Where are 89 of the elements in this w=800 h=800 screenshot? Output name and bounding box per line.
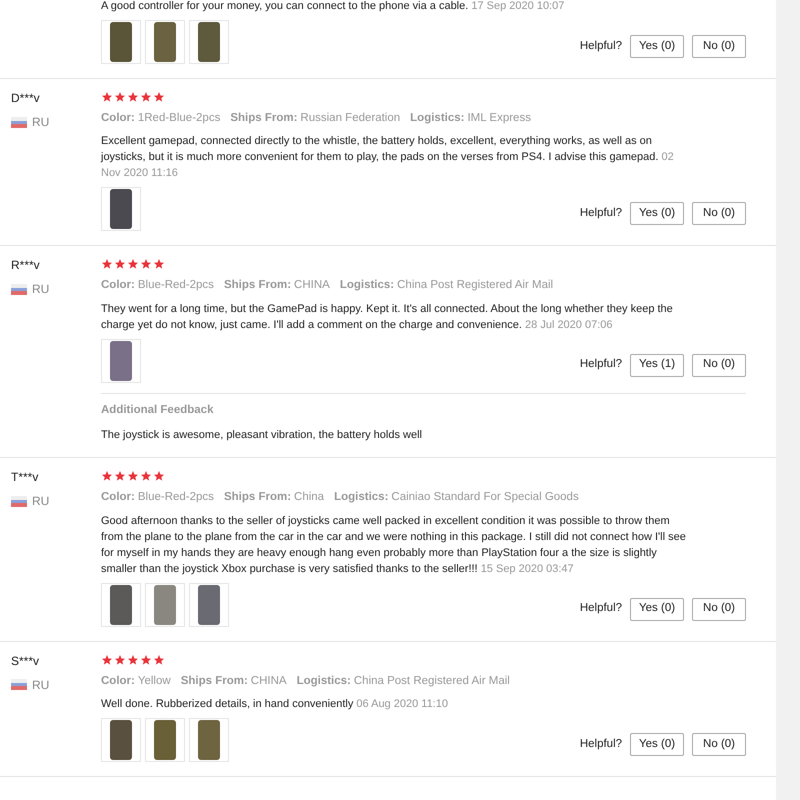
no-vote-button[interactable]: No (0) bbox=[692, 35, 746, 58]
flag-icon bbox=[11, 496, 27, 507]
star-icon bbox=[127, 654, 139, 666]
star-icon bbox=[153, 91, 165, 103]
yes-vote-button[interactable]: Yes (0) bbox=[630, 202, 684, 226]
star-icon bbox=[101, 258, 113, 270]
reviewer-name: T***v bbox=[11, 470, 40, 484]
additional-feedback-title: Additional Feedback bbox=[101, 402, 214, 418]
country-code: RU bbox=[32, 114, 50, 131]
star-icon bbox=[114, 654, 126, 666]
photo-thumbnail[interactable] bbox=[145, 582, 185, 626]
helpful-label: Helpful? bbox=[580, 38, 622, 54]
review-text: Good afternoon thanks to the seller of joysticks came well packed in excellent condition it was possible to throw them from the plane to the plane from the car in the car and we were nothing in this package. I still did not connect how I'll see for myself in my hands they are heavy enough hang even probably more than PlayStation four a the size is slightly smaller than the joystick Xbox purchase is very satisfied thanks to the seller!!! 15 Sep 2020 03:47 bbox=[101, 514, 686, 576]
helpful-label: Helpful? bbox=[580, 206, 622, 222]
star-icon bbox=[101, 91, 113, 103]
star-icon bbox=[140, 91, 152, 103]
attribute-value: 1Red-Blue-2pcs bbox=[138, 111, 220, 126]
attribute-value: CHINA bbox=[250, 674, 287, 688]
review-text: A good controller for your money, you can connect to the phone via a cable. 17 Sep 2020 10:07 bbox=[101, 0, 564, 14]
attribute-value: IML Express bbox=[467, 111, 531, 126]
attribute-value: Yellow bbox=[138, 674, 171, 688]
star-icon bbox=[101, 654, 113, 666]
yes-vote-button[interactable]: Yes (0) bbox=[630, 35, 684, 58]
photo-thumbnail[interactable] bbox=[189, 20, 229, 64]
no-vote-button[interactable]: No (0) bbox=[692, 732, 746, 756]
star-icon bbox=[153, 258, 165, 270]
country-code: RU bbox=[32, 281, 50, 298]
attribute-label: Ships From: bbox=[230, 111, 298, 126]
review-text: Excellent gamepad, connected directly to the whistle, the battery holds, excellent, everything works, as well as on joysticks, but it is much more convenient for them to play, the pads on the verses from PS4. I advise this gamepad. 02 Nov 2020 11:16 bbox=[101, 134, 675, 182]
star-icon bbox=[127, 258, 139, 270]
star-icon bbox=[140, 258, 152, 270]
attribute-value: Russian Federation bbox=[300, 111, 400, 126]
star-icon bbox=[101, 470, 113, 482]
flag-icon bbox=[11, 116, 27, 128]
helpful-label: Helpful? bbox=[580, 736, 622, 752]
attribute-label: Logistics: bbox=[410, 111, 464, 126]
photo-thumbnail[interactable] bbox=[189, 718, 229, 762]
star-icon bbox=[140, 654, 152, 666]
star-icon bbox=[114, 258, 126, 270]
attribute-label: Ships From: bbox=[224, 278, 292, 294]
no-vote-button[interactable]: No (0) bbox=[692, 354, 746, 376]
helpful-label: Helpful? bbox=[580, 357, 622, 372]
photo-thumbnail[interactable] bbox=[101, 582, 141, 626]
additional-feedback-text: The joystick is awesome, pleasant vibration, the battery holds well bbox=[101, 428, 423, 443]
country-code: RU bbox=[32, 676, 50, 694]
attribute-value: Blue-Red-2pcs bbox=[138, 278, 214, 294]
reviewer-name: S***v bbox=[11, 654, 40, 668]
yes-vote-button[interactable]: Yes (0) bbox=[630, 598, 684, 620]
star-icon bbox=[153, 470, 165, 482]
attribute-label: Color: bbox=[101, 278, 135, 294]
attribute-value: China Post Registered Air Mail bbox=[354, 674, 510, 688]
photo-thumbnail[interactable] bbox=[101, 718, 141, 762]
attribute-label: Logistics: bbox=[340, 278, 394, 294]
review-text: Well done. Rubberized details, in hand conveniently 06 Aug 2020 11:10 bbox=[101, 696, 448, 712]
country-code: RU bbox=[32, 493, 50, 510]
review-text: They went for a long time, but the GamePad is happy. Kept it. It's all connected. About the long whether they keep the charge yet do not know, just came. I'll add a comment on the charge and convenience. 28 Jul 2020 07:06 bbox=[101, 302, 674, 332]
reviewer-name: D***v bbox=[11, 91, 41, 105]
photo-thumbnail[interactable] bbox=[145, 20, 185, 64]
no-vote-button[interactable]: No (0) bbox=[692, 202, 746, 226]
photo-thumbnail[interactable] bbox=[101, 20, 141, 64]
star-icon bbox=[114, 470, 126, 482]
yes-vote-button[interactable]: Yes (1) bbox=[630, 354, 684, 376]
attribute-label: Color: bbox=[101, 111, 135, 126]
reviewer-name: R***v bbox=[11, 258, 41, 272]
attribute-label: Color: bbox=[101, 490, 135, 506]
helpful-label: Helpful? bbox=[580, 601, 622, 616]
star-icon bbox=[114, 91, 126, 103]
attribute-label: Ships From: bbox=[180, 674, 248, 688]
attribute-value: Cainiao Standard For Special Goods bbox=[391, 490, 579, 506]
attribute-value: China Post Registered Air Mail bbox=[397, 278, 554, 294]
star-icon bbox=[127, 470, 139, 482]
attribute-label: Ships From: bbox=[224, 490, 292, 506]
attribute-label: Color: bbox=[101, 674, 135, 688]
attribute-value: Blue-Red-2pcs bbox=[138, 490, 214, 506]
photo-thumbnail[interactable] bbox=[101, 187, 141, 232]
yes-vote-button[interactable]: Yes (0) bbox=[630, 732, 684, 756]
attribute-value: CHINA bbox=[294, 278, 330, 294]
attribute-value: China bbox=[294, 490, 324, 506]
attribute-label: Logistics: bbox=[296, 674, 351, 688]
star-icon bbox=[127, 91, 139, 103]
attribute-label: Logistics: bbox=[334, 490, 388, 506]
star-icon bbox=[140, 470, 152, 482]
flag-icon bbox=[11, 284, 27, 295]
star-icon bbox=[153, 654, 165, 666]
photo-thumbnail[interactable] bbox=[101, 338, 141, 382]
photo-thumbnail[interactable] bbox=[145, 718, 185, 762]
flag-icon bbox=[11, 679, 27, 690]
photo-thumbnail[interactable] bbox=[189, 582, 229, 626]
no-vote-button[interactable]: No (0) bbox=[692, 598, 746, 620]
